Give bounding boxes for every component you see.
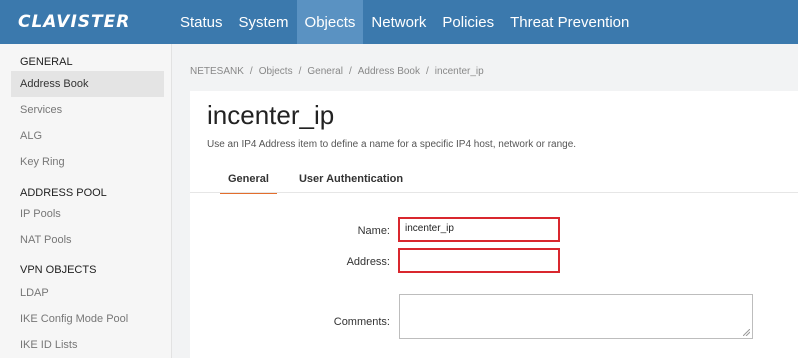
breadcrumb-separator: / xyxy=(249,66,253,77)
comments-textarea[interactable] xyxy=(399,294,753,339)
sidebar-item-ip-pools[interactable]: IP Pools xyxy=(11,201,164,227)
tab-bar: General User Authentication xyxy=(220,173,425,194)
tab-user-authentication[interactable]: User Authentication xyxy=(291,173,411,194)
sidebar-heading-vpn-objects: VPN OBJECTS xyxy=(20,264,97,276)
nav-network[interactable]: Network xyxy=(363,0,434,44)
nav-threat-prevention[interactable]: Threat Prevention xyxy=(502,0,637,44)
tab-divider xyxy=(190,192,798,193)
page-description: Use an IP4 Address item to define a name… xyxy=(207,139,577,150)
breadcrumb-separator: / xyxy=(348,66,352,77)
nav-status[interactable]: Status xyxy=(172,0,231,44)
breadcrumb: NETESANK / Objects / General / Address Book / in… xyxy=(190,66,484,77)
name-label: Name: xyxy=(357,225,390,237)
main-nav: Status System Objects Network Policies T… xyxy=(172,0,637,44)
sidebar-heading-general: GENERAL xyxy=(20,56,73,68)
address-field[interactable] xyxy=(398,248,560,273)
sidebar-item-ike-config-mode-pool[interactable]: IKE Config Mode Pool xyxy=(11,306,164,332)
nav-objects[interactable]: Objects xyxy=(296,0,364,44)
sidebar-item-ike-id-lists[interactable]: IKE ID Lists xyxy=(11,332,164,358)
breadcrumb-current: incenter_ip xyxy=(434,66,484,77)
address-label: Address: xyxy=(346,256,390,268)
page-title: incenter_ip xyxy=(207,100,335,130)
sidebar-item-alg[interactable]: ALG xyxy=(11,123,164,149)
resize-handle-icon[interactable] xyxy=(743,329,750,336)
name-field[interactable]: incenter_ip xyxy=(398,217,560,242)
breadcrumb-item[interactable]: General xyxy=(307,66,343,77)
breadcrumb-item[interactable]: NETESANK xyxy=(190,66,244,77)
top-navigation-bar: CLAVISTER Status System Objects Network … xyxy=(0,0,798,44)
sidebar-item-address-book[interactable]: Address Book xyxy=(11,71,164,97)
clavister-logo[interactable]: CLAVISTER xyxy=(0,0,172,44)
sidebar-item-nat-pools[interactable]: NAT Pools xyxy=(11,227,164,253)
tab-general[interactable]: General xyxy=(220,173,277,194)
comments-label: Comments: xyxy=(333,316,390,328)
sidebar-item-key-ring[interactable]: Key Ring xyxy=(11,149,164,175)
nav-system[interactable]: System xyxy=(231,0,297,44)
breadcrumb-item[interactable]: Address Book xyxy=(358,66,420,77)
sidebar-item-services[interactable]: Services xyxy=(11,97,164,123)
sidebar-item-ldap[interactable]: LDAP xyxy=(11,280,164,306)
sidebar-heading-address-pool: ADDRESS POOL xyxy=(20,187,107,199)
breadcrumb-separator: / xyxy=(426,66,429,77)
sidebar: GENERAL Address Book Services ALG Key Ri… xyxy=(0,44,172,358)
breadcrumb-item[interactable]: Objects xyxy=(259,66,293,77)
nav-policies[interactable]: Policies xyxy=(434,0,502,44)
breadcrumb-separator: / xyxy=(298,66,302,77)
